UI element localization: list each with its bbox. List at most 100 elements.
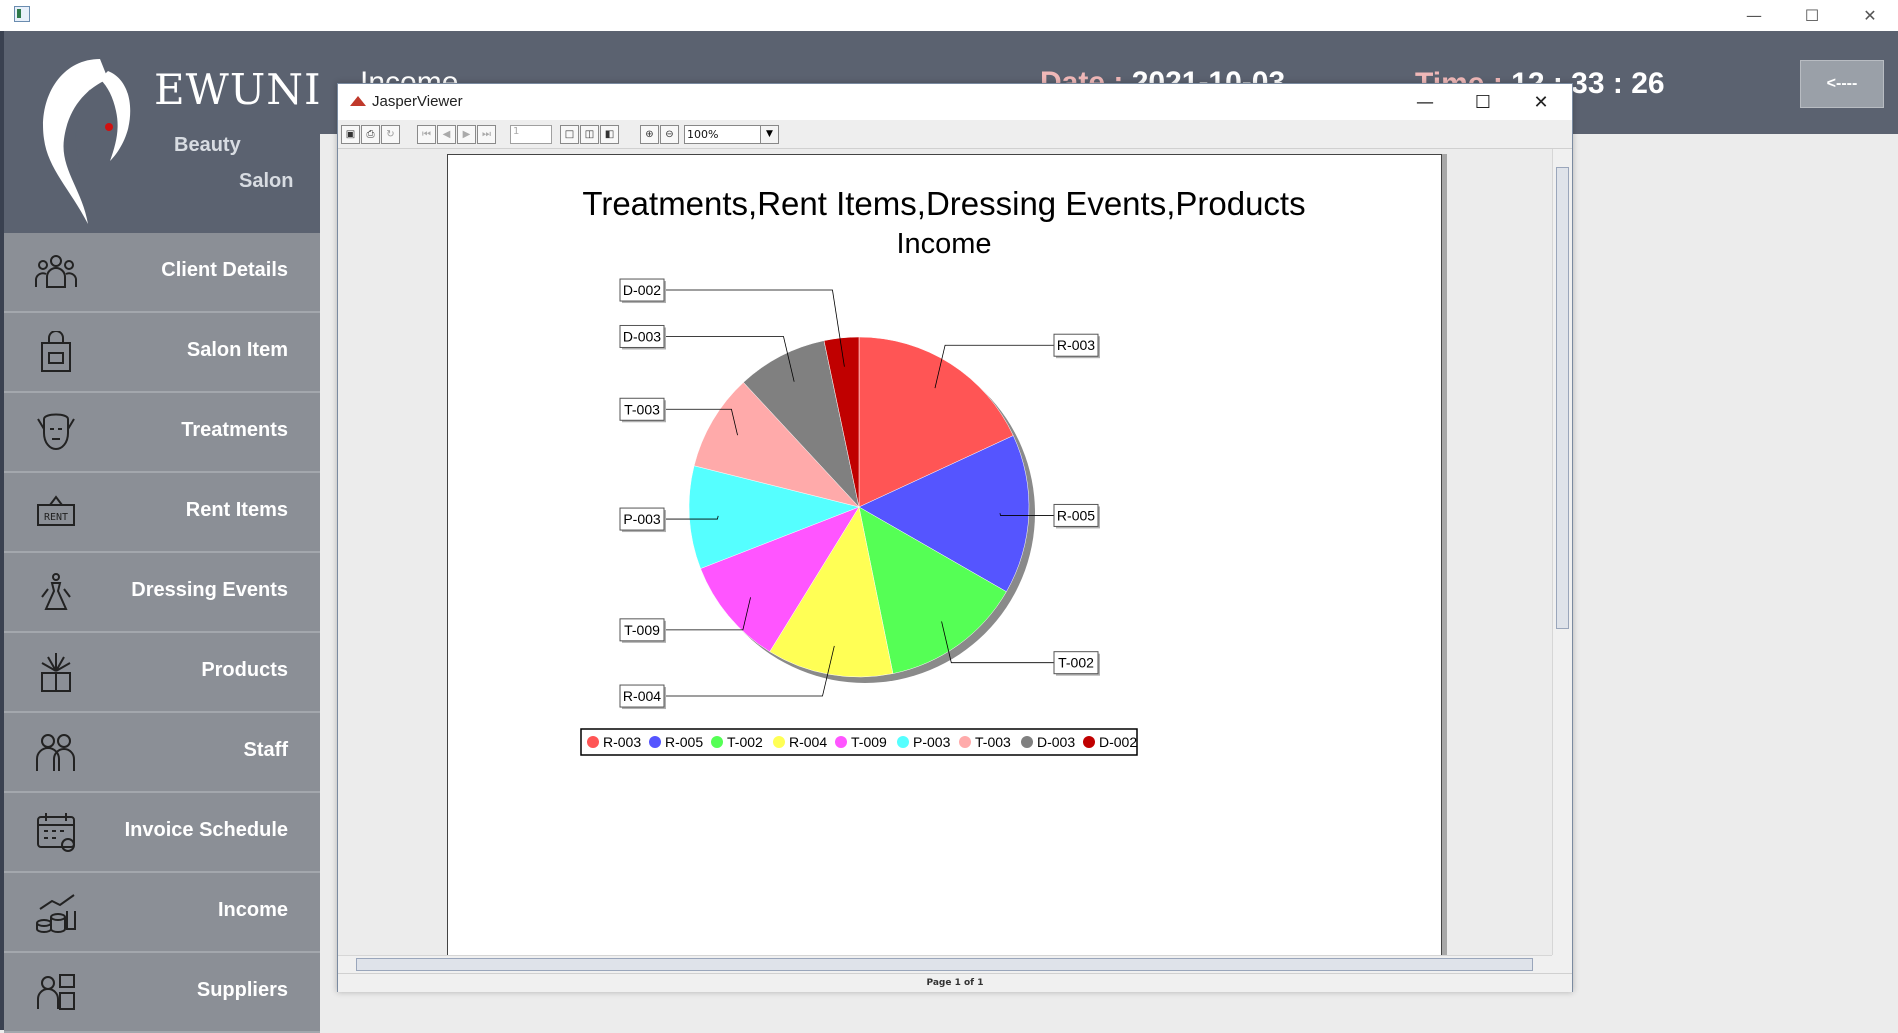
last-page-icon[interactable]: ⏭ <box>477 125 496 144</box>
gift-box-icon <box>41 653 71 692</box>
report-page: Treatments,Rent Items,Dressing Events,Pr… <box>447 154 1442 955</box>
report-viewport: Treatments,Rent Items,Dressing Events,Pr… <box>338 149 1552 955</box>
svg-text:RENT: RENT <box>44 512 68 523</box>
logo-woman-icon <box>43 59 131 224</box>
horizontal-scroll-thumb[interactable] <box>356 958 1533 971</box>
legend-item-d-003: D-003 <box>1037 734 1075 750</box>
back-button[interactable]: <---- <box>1800 60 1884 108</box>
supplier-icon <box>37 974 75 1010</box>
maximize-icon[interactable]: ☐ <box>1783 0 1841 31</box>
brand-logo-area: EWUNI Beauty Salon <box>4 31 322 233</box>
sidebar-item-invoice-schedule[interactable]: Invoice Schedule <box>4 793 320 873</box>
sidebar-item-dressing-events[interactable]: Dressing Events <box>4 553 320 633</box>
vertical-scrollbar[interactable] <box>1552 149 1572 955</box>
sidebar-item-label: Staff <box>243 739 288 761</box>
pie-label-d-002: D-002 <box>623 282 661 298</box>
page-number-input[interactable]: 1 <box>510 125 552 144</box>
legend-swatch <box>649 736 661 748</box>
sidebar-item-label: Suppliers <box>196 979 288 1001</box>
sidebar-item-products[interactable]: Products <box>4 633 320 713</box>
viewer-toolbar: ▣ ⎙ ↻ ⏮ ◀ ▶ ⏭ 1 □ ◫ ◧ ⊕ ⊖ 100% ▼ <box>338 120 1572 149</box>
close-icon[interactable]: ✕ <box>1841 0 1898 31</box>
legend-swatch <box>959 736 971 748</box>
legend-swatch <box>835 736 847 748</box>
previous-page-icon[interactable]: ◀ <box>437 125 456 144</box>
date-display: Date : 2021-10-03 <box>1040 66 1285 83</box>
sidebar-item-label: Products <box>201 659 288 681</box>
pie-label-t-002: T-002 <box>1058 655 1094 671</box>
sidebar-item-staff[interactable]: Staff <box>4 713 320 793</box>
dress-icon <box>41 573 71 610</box>
page-status: Page 1 of 1 <box>338 973 1572 992</box>
pie-label-d-003: D-003 <box>623 328 661 344</box>
pie-chart: Treatments,Rent Items,Dressing Events,Pr… <box>580 185 1306 756</box>
page-title: Income <box>360 66 459 83</box>
app-icon <box>14 6 30 22</box>
pie-label-r-004: R-004 <box>623 688 661 704</box>
zoom-select[interactable]: 100% <box>684 125 762 144</box>
chart-subtitle: Income <box>896 228 991 260</box>
people-group-icon <box>35 255 77 288</box>
sidebar-item-salon-item[interactable]: Salon Item <box>4 313 320 393</box>
legend-item-p-003: P-003 <box>913 734 951 750</box>
sidebar-item-suppliers[interactable]: Suppliers <box>4 953 320 1033</box>
legend-swatch <box>1021 736 1033 748</box>
viewer-minimize-icon[interactable]: — <box>1396 84 1454 120</box>
zoom-out-icon[interactable]: ⊖ <box>660 125 679 144</box>
window-titlebar: — ☐ ✕ <box>0 0 1898 31</box>
viewer-maximize-icon[interactable]: ☐ <box>1454 84 1512 120</box>
sidebar-item-label: Income <box>217 899 288 921</box>
legend-item-d-002: D-002 <box>1099 734 1137 750</box>
brand-tagline-2: Salon <box>239 170 294 192</box>
viewer-title: JasperViewer <box>372 93 463 110</box>
first-page-icon[interactable]: ⏮ <box>417 125 436 144</box>
print-icon[interactable]: ⎙ <box>361 125 380 144</box>
actual-size-icon[interactable]: □ <box>560 125 579 144</box>
minimize-icon[interactable]: — <box>1725 0 1783 31</box>
date-label: Date : <box>1040 66 1124 83</box>
legend-swatch <box>773 736 785 748</box>
pie-label-t-003: T-003 <box>624 401 660 417</box>
sidebar-item-client-details[interactable]: Client Details <box>4 233 320 313</box>
chevron-down-icon[interactable]: ▼ <box>760 125 779 144</box>
sidebar-item-income[interactable]: Income <box>4 873 320 953</box>
legend-swatch <box>897 736 909 748</box>
sidebar-item-label: Salon Item <box>186 339 288 361</box>
sidebar-item-label: Invoice Schedule <box>124 819 288 841</box>
vertical-scroll-thumb[interactable] <box>1556 167 1569 629</box>
sidebar-item-label: Client Details <box>161 259 288 281</box>
legend-item-t-002: T-002 <box>727 734 763 750</box>
save-icon[interactable]: ▣ <box>341 125 360 144</box>
viewer-titlebar: JasperViewer — ☐ ✕ <box>338 84 1572 120</box>
horizontal-scrollbar[interactable] <box>338 955 1552 973</box>
zoom-in-icon[interactable]: ⊕ <box>640 125 659 144</box>
reload-icon[interactable]: ↻ <box>381 125 400 144</box>
brand-tagline-1: Beauty <box>174 134 241 156</box>
pie-label-t-009: T-009 <box>624 622 660 638</box>
sidebar: Client Details Salon Item Treatments REN… <box>4 233 320 1033</box>
jasper-logo-icon <box>350 96 366 106</box>
jasper-viewer-window: JasperViewer — ☐ ✕ ▣ ⎙ ↻ ⏮ ◀ ▶ ⏭ 1 □ ◫ ◧… <box>337 83 1573 992</box>
rent-sign-icon: RENT <box>37 495 75 526</box>
chart-title: Treatments,Rent Items,Dressing Events,Pr… <box>582 185 1305 222</box>
pie-label-p-003: P-003 <box>623 511 661 527</box>
legend-item-t-003: T-003 <box>975 734 1011 750</box>
pie-label-r-003: R-003 <box>1057 337 1095 353</box>
legend-item-r-003: R-003 <box>603 734 641 750</box>
sidebar-item-treatments[interactable]: Treatments <box>4 393 320 473</box>
legend-item-r-005: R-005 <box>665 734 703 750</box>
face-treatment-icon <box>37 413 75 451</box>
viewer-close-icon[interactable]: ✕ <box>1512 84 1570 120</box>
date-value: 2021-10-03 <box>1131 66 1286 83</box>
brand-name: EWUNI <box>154 65 322 114</box>
fit-width-icon[interactable]: ◧ <box>600 125 619 144</box>
sidebar-item-label: Rent Items <box>185 499 288 521</box>
calendar-check-icon <box>37 813 75 852</box>
sidebar-item-label: Dressing Events <box>131 579 288 601</box>
staff-icon <box>36 734 75 771</box>
pie-label-r-005: R-005 <box>1057 507 1095 523</box>
next-page-icon[interactable]: ▶ <box>457 125 476 144</box>
legend-item-r-004: R-004 <box>789 734 827 750</box>
sidebar-item-rent-items[interactable]: RENT Rent Items <box>4 473 320 553</box>
fit-page-icon[interactable]: ◫ <box>580 125 599 144</box>
